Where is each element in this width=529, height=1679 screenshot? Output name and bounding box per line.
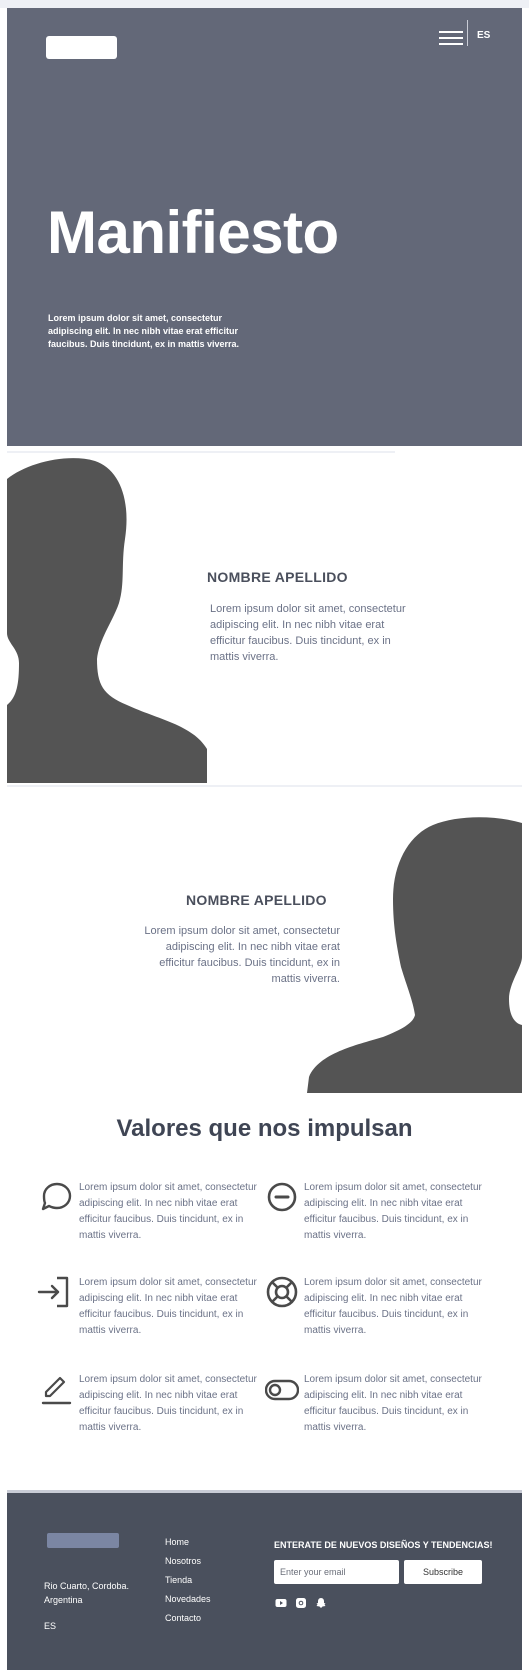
value-text: Lorem ipsum dolor sit amet, consectetur … [79, 1374, 257, 1433]
profile-bio: Lorem ipsum dolor sit amet, consectetur … [210, 603, 406, 663]
email-input[interactable] [274, 1560, 399, 1584]
profile-bio: Lorem ipsum dolor sit amet, consectetur … [144, 925, 340, 985]
profile-section-2: NOMBRE APELLIDO Lorem ipsum dolor sit am… [7, 787, 522, 1093]
page: ES Manifiesto Lorem ipsum dolor sit amet… [0, 0, 529, 1679]
values-title: Valores que nos impulsan [116, 1115, 413, 1142]
person-silhouette-icon [7, 458, 207, 783]
language-switch[interactable]: ES [477, 30, 490, 41]
instagram-icon[interactable] [295, 1597, 307, 1609]
top-strip [0, 0, 529, 8]
logo[interactable] [46, 36, 117, 59]
profile-section-1: NOMBRE APELLIDO Lorem ipsum dolor sit am… [7, 453, 522, 783]
life-buoy-icon [266, 1276, 298, 1308]
value-text: Lorem ipsum dolor sit amet, consectetur … [79, 1277, 257, 1336]
toggle-icon [265, 1379, 299, 1401]
hero-section: ES Manifiesto Lorem ipsum dolor sit amet… [7, 8, 522, 446]
minus-circle-icon [267, 1182, 297, 1212]
footer-nav: Home Nosotros Tienda Novedades Contacto [165, 1533, 211, 1628]
address-line: Argentina [44, 1595, 83, 1605]
value-text: Lorem ipsum dolor sit amet, consectetur … [79, 1182, 257, 1241]
profile-name: NOMBRE APELLIDO [207, 569, 348, 585]
footer-link-home[interactable]: Home [165, 1533, 211, 1552]
hamburger-menu-icon[interactable] [436, 24, 466, 50]
pencil-icon [41, 1376, 72, 1405]
footer-link-tienda[interactable]: Tienda [165, 1571, 211, 1590]
value-text: Lorem ipsum dolor sit amet, consectetur … [304, 1277, 482, 1336]
address-line: Rio Cuarto, Cordoba. [44, 1581, 130, 1591]
hero-title: Manifiesto [47, 199, 339, 266]
youtube-icon[interactable] [275, 1597, 287, 1609]
value-text: Lorem ipsum dolor sit amet, consectetur … [304, 1182, 482, 1241]
value-text: Lorem ipsum dolor sit amet, consectetur … [304, 1374, 482, 1433]
footer-language[interactable]: ES [44, 1621, 56, 1631]
hero-text: Lorem ipsum dolor sit amet, consectetur … [48, 313, 240, 349]
footer-address: Rio Cuarto, Cordoba. Argentina [44, 1579, 164, 1607]
footer-link-nosotros[interactable]: Nosotros [165, 1552, 211, 1571]
footer-link-novedades[interactable]: Novedades [165, 1590, 211, 1609]
footer-link-contacto[interactable]: Contacto [165, 1609, 211, 1628]
snapchat-icon[interactable] [315, 1597, 327, 1609]
profile-name: NOMBRE APELLIDO [186, 892, 327, 908]
footer: Rio Cuarto, Cordoba. Argentina ES Home N… [7, 1493, 522, 1670]
chat-bubble-icon [41, 1182, 72, 1211]
subscribe-button[interactable]: Subscribe [404, 1560, 482, 1584]
newsletter-title: ENTERATE DE NUEVOS DISEÑOS Y TENDENCIAS! [274, 1540, 493, 1550]
log-in-icon [37, 1276, 69, 1308]
footer-logo[interactable] [47, 1533, 119, 1548]
header-divider [467, 20, 468, 46]
